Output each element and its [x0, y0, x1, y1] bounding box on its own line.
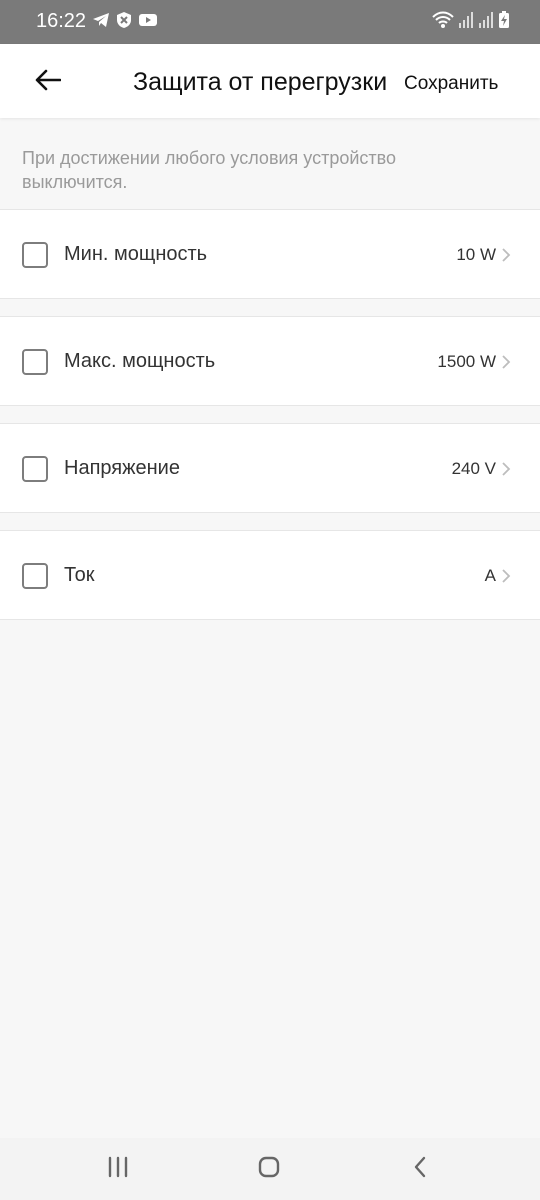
chevron-right-icon — [500, 567, 512, 585]
row-value: A — [484, 566, 496, 585]
chevron-right-icon — [500, 460, 512, 478]
row-value: 1500 W — [437, 352, 496, 371]
status-time: 16:22 — [36, 10, 87, 32]
row-label: Ток — [64, 564, 95, 586]
telegram-icon — [92, 12, 110, 33]
list-item-max-power[interactable]: Макс. мощность 1500 W — [0, 316, 540, 406]
battery-charging-icon — [498, 10, 510, 34]
status-icons-left — [92, 11, 158, 34]
app-bar: Защита от перегрузки Сохранить — [0, 44, 540, 118]
row-label: Мин. мощность — [64, 243, 208, 265]
page-title: Защита от перегрузки — [133, 68, 388, 96]
list-item-min-power[interactable]: Мин. мощность 10 W — [0, 209, 540, 299]
home-icon — [257, 1155, 281, 1184]
voltage-checkbox[interactable] — [22, 456, 48, 482]
vpn-shield-icon — [116, 11, 132, 34]
back-button[interactable] — [28, 62, 68, 102]
hint-text: При достижении любого условия устройство… — [22, 148, 397, 192]
list-item-voltage[interactable]: Напряжение 240 V — [0, 423, 540, 513]
youtube-icon — [138, 12, 158, 33]
row-label: Макс. мощность — [64, 350, 216, 372]
current-checkbox[interactable] — [22, 563, 48, 589]
chevron-left-icon — [412, 1155, 428, 1184]
row-value: 10 W — [456, 245, 496, 264]
signal-icon — [478, 11, 494, 34]
status-bar: 16:22 — [0, 0, 540, 44]
recent-apps-button[interactable] — [104, 1155, 132, 1183]
list-item-current[interactable]: Ток A — [0, 530, 540, 620]
min-power-checkbox[interactable] — [22, 242, 48, 268]
chevron-right-icon — [500, 353, 512, 371]
system-back-button[interactable] — [406, 1155, 434, 1183]
save-button[interactable]: Сохранить — [404, 73, 500, 95]
chevron-right-icon — [500, 246, 512, 264]
max-power-checkbox[interactable] — [22, 349, 48, 375]
row-value: 240 V — [451, 459, 496, 478]
arrow-left-icon — [35, 69, 62, 96]
recent-apps-icon — [106, 1156, 130, 1183]
wifi-icon — [432, 11, 454, 34]
row-label: Напряжение — [64, 457, 180, 479]
system-nav-bar — [0, 1138, 540, 1200]
home-button[interactable] — [255, 1155, 283, 1183]
signal-icon — [458, 11, 474, 34]
status-icons-right — [432, 10, 510, 34]
